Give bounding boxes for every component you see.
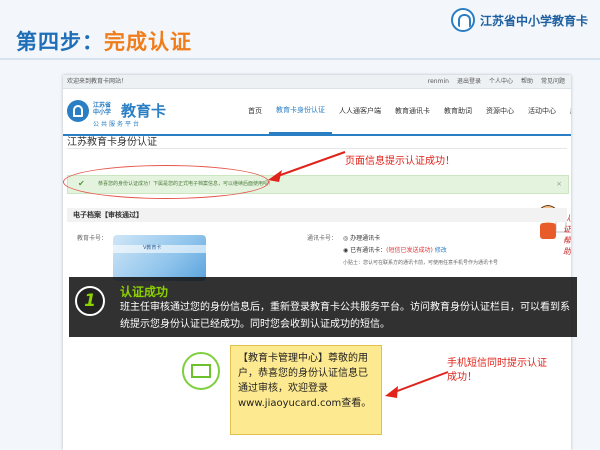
arrow-head-sms xyxy=(385,386,398,398)
callout-arrows xyxy=(268,151,449,398)
arrow-to-sms xyxy=(391,371,449,394)
slide: 第四步：完成认证 江苏省中小学教育卡 欢迎来到教育卡网站！ renmin 退出登… xyxy=(0,0,600,450)
arrow-to-alert xyxy=(274,151,346,178)
arrow-head-alert xyxy=(268,170,282,182)
